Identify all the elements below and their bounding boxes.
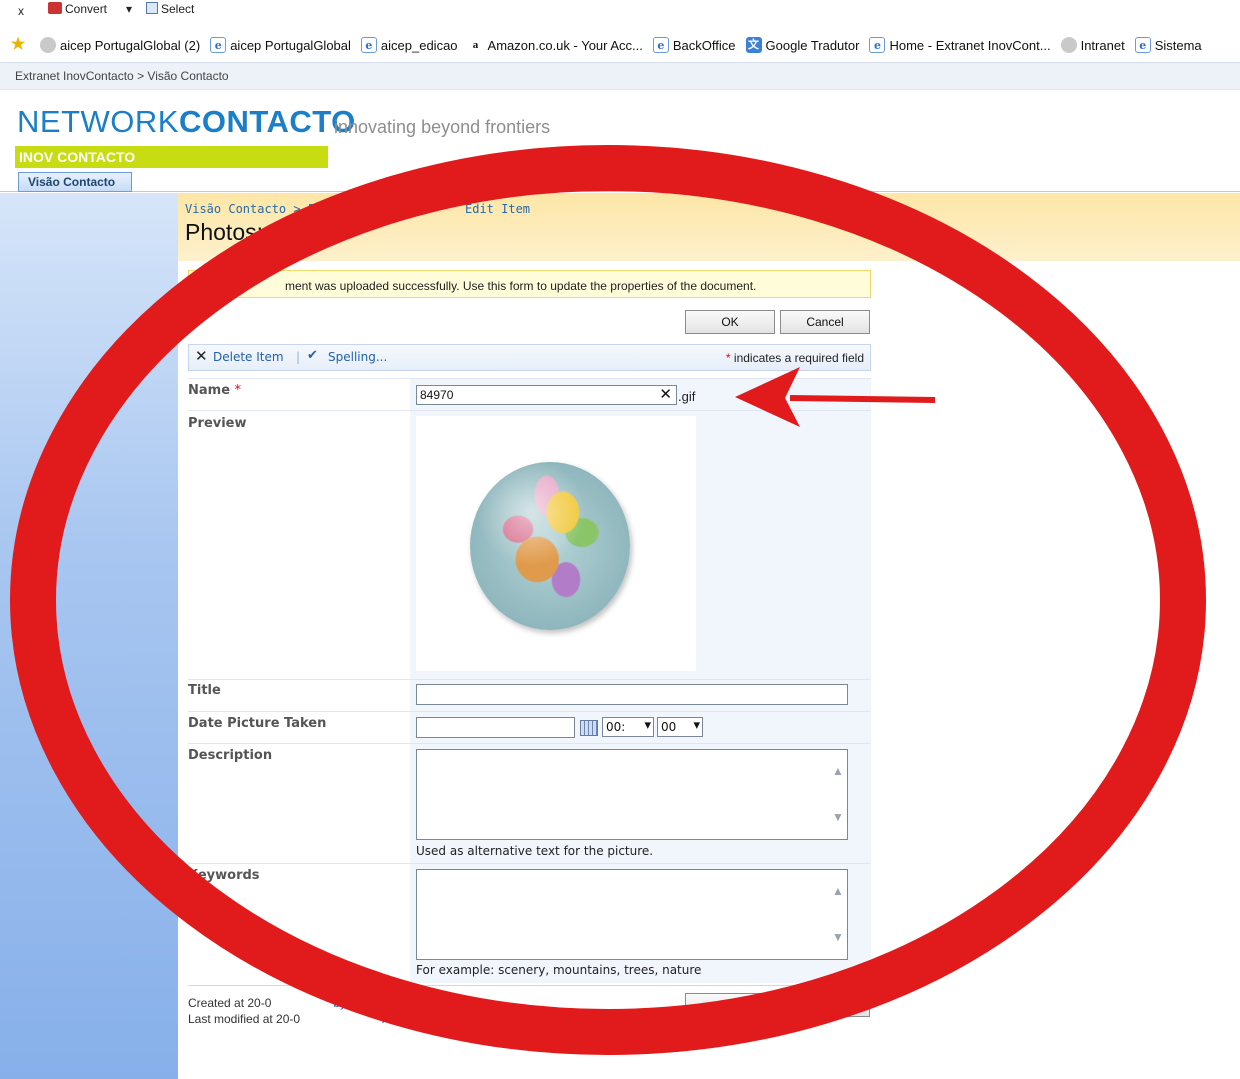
minute-select[interactable]: 00 ▾ <box>657 717 703 737</box>
ie-icon: e <box>652 37 669 53</box>
created-by-link[interactable]: by Ana Albuquerque Pessoa <box>333 996 484 1010</box>
row-divider <box>188 863 871 864</box>
globe-image <box>470 462 630 630</box>
cancel-button-bottom[interactable]: Cancel <box>780 993 870 1017</box>
tab-visao-contacto[interactable]: Visão Contacto <box>18 172 132 192</box>
breadcrumb-current: Edit Item <box>465 202 531 216</box>
page-title-area: Visão Contacto > Photos Edit Item Photos… <box>178 193 1240 261</box>
created-info: Created at 20-0 by Ana Albuquerque Pessoa <box>188 996 485 1010</box>
row-divider <box>188 679 871 680</box>
page-breadcrumb: Visão Contacto > Photos Edit Item <box>185 202 530 216</box>
title-label: Title <box>188 683 221 698</box>
select-button[interactable]: Select <box>146 2 194 16</box>
description-hint: Used as alternative text for the picture… <box>416 844 654 858</box>
google-translate-icon: 文 <box>745 37 762 53</box>
web-icon <box>40 37 56 53</box>
name-input[interactable]: 84970 ✕ <box>416 385 677 405</box>
footer-divider <box>188 985 871 986</box>
scrollbar[interactable]: ▲ ▼ <box>829 870 847 959</box>
delete-item-button[interactable]: Delete Item <box>213 350 284 364</box>
top-navigation: Visão Contacto <box>0 170 1240 192</box>
ok-button-top[interactable]: OK <box>685 310 775 334</box>
keywords-textarea[interactable]: ▲ ▼ <box>416 869 848 960</box>
ok-button-bottom[interactable]: OK <box>685 993 775 1017</box>
web-icon <box>1060 37 1077 53</box>
favorite-link[interactable]: e aicep_edicao <box>360 37 458 53</box>
modified-info: Last modified at 20-0 Ana Albuquerque Pes… <box>188 1012 518 1026</box>
ie-icon: e <box>1134 37 1151 53</box>
modified-by-link[interactable]: Ana Albuquerque Pessoa <box>382 1012 517 1026</box>
pdf-icon <box>48 2 62 14</box>
favorite-link[interactable]: Intranet <box>1060 37 1125 53</box>
favorite-link[interactable]: e aicep PortugalGlobal <box>210 37 351 53</box>
keywords-hint: For example: scenery, mountains, trees, … <box>416 963 702 977</box>
toolbar-separator: | <box>296 350 301 364</box>
favorite-link[interactable]: 文 Google Tradutor <box>745 37 859 53</box>
scroll-down-icon[interactable]: ▼ <box>832 930 844 944</box>
file-extension: .gif <box>678 389 696 404</box>
scroll-up-icon[interactable]: ▲ <box>832 884 844 898</box>
description-textarea[interactable]: ▲ ▼ <box>416 749 848 840</box>
upload-notice: ment was uploaded successfully. Use this… <box>188 270 871 298</box>
browser-command-bar: x Convert ▾ Select <box>0 0 1240 30</box>
row-divider <box>188 711 871 712</box>
left-navigation <box>0 193 178 1079</box>
date-picture-taken-label: Date Picture Taken <box>188 716 327 731</box>
cancel-button-top[interactable]: Cancel <box>780 310 870 334</box>
ie-icon: e <box>210 37 227 53</box>
favorite-link[interactable]: e Home - Extranet InovCont... <box>869 37 1051 53</box>
description-label: Description <box>188 748 273 763</box>
breadcrumb-link[interactable]: Visão Contacto > Photos <box>185 202 351 216</box>
row-divider <box>188 378 871 379</box>
form-toolbar: ✕ Delete Item | ✔ Spelling... * indicate… <box>188 344 871 371</box>
calendar-icon[interactable] <box>580 720 598 736</box>
scroll-up-icon[interactable]: ▲ <box>832 764 844 778</box>
ie-icon: e <box>360 37 377 53</box>
row-divider <box>188 410 871 411</box>
item-metadata: Created at 20-0 by Ana Albuquerque Pessoa… <box>188 995 518 1027</box>
convert-dropdown-icon[interactable]: ▾ <box>126 2 132 16</box>
favorite-link[interactable]: e Sistema <box>1134 37 1202 53</box>
star-icon: ★ <box>10 36 26 53</box>
clear-icon[interactable]: ✕ <box>659 385 672 403</box>
hour-select[interactable]: 00: ▾ <box>602 717 654 737</box>
favorites-star-button[interactable]: ★ <box>10 37 30 53</box>
favorite-link[interactable]: a Amazon.co.uk - Your Acc... <box>468 37 643 53</box>
spelling-icon: ✔ <box>307 347 318 362</box>
chevron-down-icon: ▾ <box>644 718 651 733</box>
close-icon[interactable]: x <box>18 4 24 18</box>
date-input[interactable] <box>416 717 575 738</box>
info-icon <box>199 277 205 287</box>
select-icon <box>146 2 158 14</box>
favorite-link[interactable]: aicep PortugalGlobal (2) <box>40 37 200 53</box>
keywords-label: Keywords <box>188 868 260 883</box>
amazon-icon: a <box>472 39 479 51</box>
scrollbar[interactable]: ▲ ▼ <box>829 750 847 839</box>
preview-label: Preview <box>188 416 247 431</box>
page-title: Photos: 8 <box>185 219 283 245</box>
row-divider <box>188 743 871 744</box>
favorite-link[interactable]: e BackOffice <box>652 37 736 53</box>
site-breadcrumb[interactable]: Extranet InovContacto > Visão Contacto <box>0 62 1240 90</box>
ie-icon: e <box>869 37 886 53</box>
site-logo[interactable]: NETWORKCONTACTO <box>17 104 356 140</box>
scroll-down-icon[interactable]: ▼ <box>832 810 844 824</box>
chevron-down-icon: ▾ <box>693 718 700 733</box>
title-input[interactable] <box>416 684 848 705</box>
name-label: Name * <box>188 383 242 398</box>
spelling-button[interactable]: Spelling... <box>328 350 387 364</box>
required-field-note: * indicates a required field <box>725 351 864 365</box>
site-banner: INOV CONTACTO <box>15 146 328 168</box>
favorites-bar: ★ aicep PortugalGlobal (2) e aicep Portug… <box>0 30 1240 60</box>
site-tagline: innovating beyond frontiers <box>334 117 551 137</box>
delete-icon: ✕ <box>195 348 208 365</box>
convert-button[interactable]: Convert <box>48 2 107 16</box>
